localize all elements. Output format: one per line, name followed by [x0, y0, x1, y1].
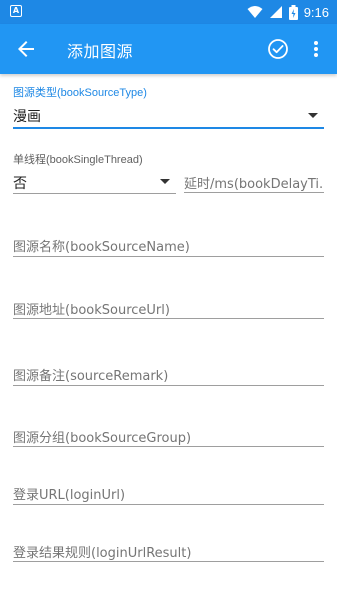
source-remark-underline [13, 385, 324, 386]
source-group-underline [13, 446, 324, 447]
clock: 9:16 [303, 4, 329, 20]
login-result-underline [13, 561, 324, 562]
status-icons: 9:16 [247, 3, 329, 21]
check-circle-icon[interactable] [266, 37, 290, 61]
source-group-input[interactable]: 图源分组(bookSourceGroup) [13, 427, 324, 446]
battery-icon [288, 4, 298, 20]
login-result-input[interactable]: 登录结果规则(loginUrlResult) [13, 542, 324, 561]
chevron-down-icon[interactable] [308, 113, 318, 118]
source-type-value[interactable]: 漫画 [13, 106, 41, 126]
app-bar: 添加图源 [0, 24, 337, 74]
single-thread-value[interactable]: 否 [13, 173, 27, 193]
delay-time-underline [184, 192, 324, 193]
source-url-input[interactable]: 图源地址(bookSourceUrl) [13, 299, 324, 318]
source-type-underline [13, 127, 324, 129]
signal-icon [269, 6, 282, 18]
delay-time-input[interactable]: 延时/ms(bookDelayTi... [184, 173, 324, 192]
source-name-input[interactable]: 图源名称(bookSourceName) [13, 236, 324, 255]
source-name-underline [13, 256, 324, 257]
more-vert-icon[interactable] [308, 37, 324, 61]
login-url-input[interactable]: 登录URL(loginUrl) [13, 484, 324, 503]
page-title: 添加图源 [67, 42, 134, 61]
source-type-label: 图源类型(bookSourceType) [13, 87, 147, 99]
source-url-underline [13, 318, 324, 319]
single-thread-label: 单线程(bookSingleThread) [13, 154, 143, 166]
chevron-down-icon[interactable] [160, 179, 170, 184]
arrow-left-icon[interactable] [14, 37, 38, 61]
source-remark-input[interactable]: 图源备注(sourceRemark) [13, 365, 324, 384]
login-url-underline [13, 504, 324, 505]
wifi-icon [247, 6, 263, 18]
status-bar: A 9:16 [0, 0, 337, 24]
single-thread-underline [13, 193, 176, 194]
a-icon: A [10, 5, 22, 17]
